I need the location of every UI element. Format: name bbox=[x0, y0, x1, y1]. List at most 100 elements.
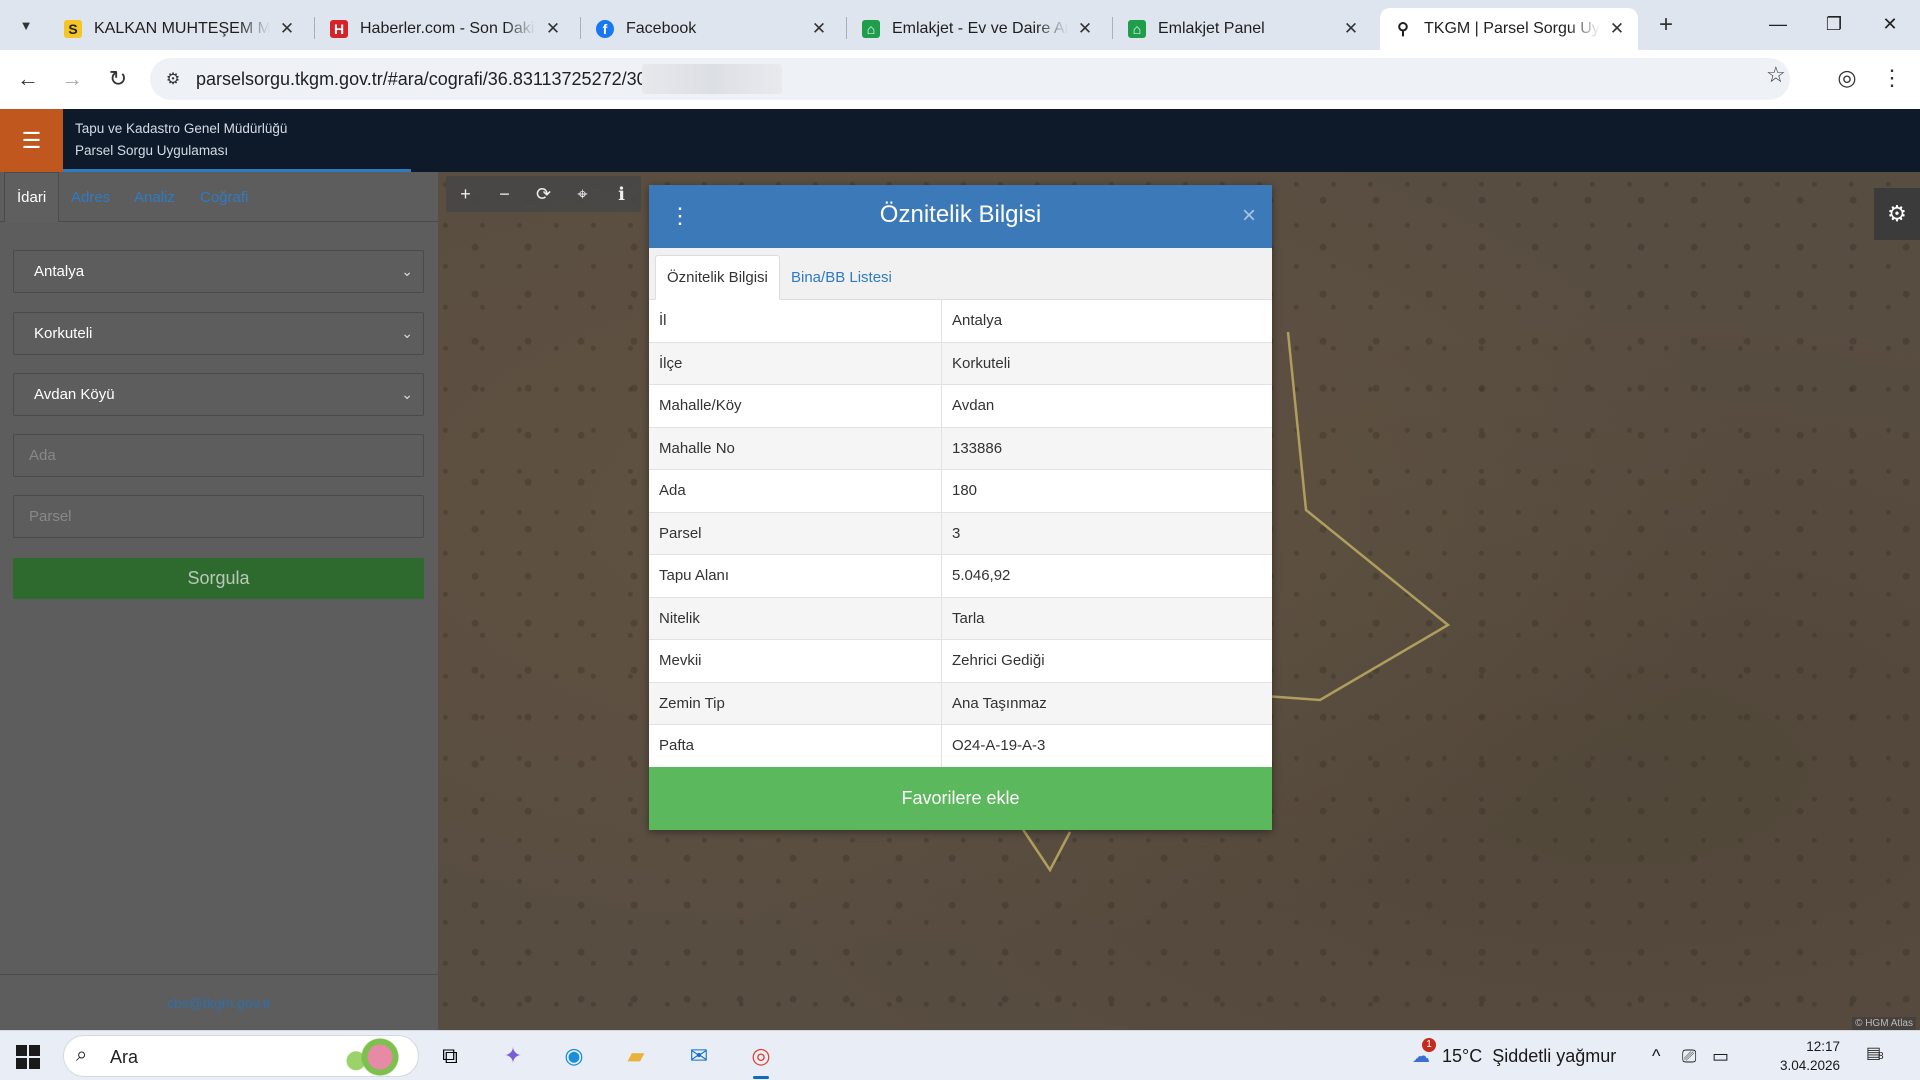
refresh-icon[interactable]: ⟳ bbox=[524, 176, 563, 212]
table-row: Pafta O24-A-19-A-3 bbox=[649, 725, 1272, 768]
table-row: Mahalle No 133886 bbox=[649, 427, 1272, 470]
tab-favicon: f bbox=[596, 20, 614, 38]
tab-bina-bb-listesi[interactable]: Bina/BB Listesi bbox=[780, 255, 903, 300]
tab-idari[interactable]: İdari bbox=[4, 172, 60, 222]
close-tab-icon[interactable]: ✕ bbox=[1076, 19, 1094, 38]
show-hidden-icons-chevron-icon[interactable]: ^ bbox=[1652, 1031, 1660, 1080]
battery-icon[interactable]: ▭ bbox=[1712, 1031, 1729, 1080]
dialog-header: ⋮ Öznitelik Bilgisi × bbox=[649, 185, 1272, 248]
browser-tab[interactable]: H Haberler.com - Son Dakika ✕ bbox=[316, 8, 574, 50]
attr-value: Tarla bbox=[952, 609, 985, 627]
parsel-input[interactable]: Parsel bbox=[13, 495, 424, 538]
attr-value: 3 bbox=[952, 524, 961, 542]
sorgula-button[interactable]: Sorgula bbox=[13, 558, 424, 599]
zoom-out-icon[interactable]: − bbox=[485, 176, 524, 212]
edge-browser-icon[interactable]: ◉ bbox=[554, 1036, 594, 1076]
clock-date: 3.04.2026 bbox=[1779, 1058, 1840, 1073]
mahalle-select[interactable]: Avdan Köyü ⌄ bbox=[13, 373, 424, 416]
ilce-select-value: Korkuteli bbox=[34, 325, 93, 342]
tab-title: Haberler.com - Son Dakika bbox=[360, 20, 536, 37]
attr-key: Pafta bbox=[649, 725, 942, 767]
table-row: İlçe Korkuteli bbox=[649, 342, 1272, 385]
chrome-icon[interactable]: ◎ bbox=[741, 1036, 781, 1079]
file-explorer-icon[interactable]: ▰ bbox=[616, 1036, 656, 1076]
browser-menu-icon[interactable]: ⋮ bbox=[1880, 63, 1904, 93]
browser-tab[interactable]: ⌂ Emlakjet - Ev ve Daire Arama ✕ bbox=[848, 8, 1106, 50]
close-tab-icon[interactable]: ✕ bbox=[278, 19, 296, 38]
il-select[interactable]: Antalya ⌄ bbox=[13, 250, 424, 293]
weather-badge: 1 bbox=[1422, 1037, 1436, 1052]
sidepanel-tabs: İdari Adres Analiz Coğrafi bbox=[0, 172, 438, 222]
tab-search-chevron-icon[interactable]: ▼ bbox=[12, 11, 40, 39]
bookmark-star-icon[interactable]: ☆ bbox=[1766, 62, 1786, 88]
url-text[interactable]: parselsorgu.tkgm.gov.tr/#ara/cografi/36.… bbox=[196, 69, 652, 90]
weather-text: 15°C Şiddetli yağmur bbox=[1442, 1045, 1617, 1066]
system-clock[interactable]: 12:17 3.04.2026 bbox=[1756, 1037, 1840, 1075]
location-pin-icon: ⚲ bbox=[1397, 21, 1409, 38]
close-tab-icon[interactable]: ✕ bbox=[1608, 19, 1626, 38]
windows-taskbar: ⌕ Ara ⧉ ✦ ◉ ▰ ✉ ◎ ☁ 1 15°C Şiddetli yağmu… bbox=[0, 1030, 1920, 1080]
address-bar[interactable]: ⚙ parselsorgu.tkgm.gov.tr/#ara/cografi/3… bbox=[150, 58, 1790, 100]
chevron-down-icon: ⌄ bbox=[401, 386, 413, 402]
attr-key: Ada bbox=[649, 470, 942, 512]
locate-icon[interactable]: ⌖ bbox=[563, 176, 602, 212]
table-row: Zemin Tip Ana Taşınmaz bbox=[649, 682, 1272, 725]
copilot-icon[interactable]: ✦ bbox=[493, 1036, 533, 1076]
profile-icon[interactable]: ◎ bbox=[1832, 63, 1862, 93]
attr-value: 133886 bbox=[952, 439, 1003, 457]
close-tab-icon[interactable]: ✕ bbox=[1342, 19, 1360, 38]
attr-value: Zehrici Gediği bbox=[952, 652, 1045, 670]
contact-email-link[interactable]: cbs@tkgm.gov.tr bbox=[0, 974, 438, 1030]
table-row: Parsel 3 bbox=[649, 512, 1272, 555]
windows-start-icon[interactable] bbox=[16, 1045, 40, 1069]
close-tab-icon[interactable]: ✕ bbox=[810, 19, 828, 38]
tab-title: Emlakjet Panel bbox=[1158, 20, 1265, 37]
info-icon[interactable]: ℹ bbox=[602, 176, 641, 212]
table-row: İl Antalya bbox=[649, 300, 1272, 343]
taskbar-search-box[interactable]: ⌕ Ara bbox=[63, 1035, 419, 1077]
hamburger-menu-icon[interactable]: ☰ bbox=[0, 109, 63, 172]
dialog-tabs: Öznitelik Bilgisi Bina/BB Listesi bbox=[649, 248, 1272, 300]
minimize-window-icon[interactable]: — bbox=[1748, 0, 1808, 48]
task-view-icon[interactable]: ⧉ bbox=[430, 1036, 470, 1076]
table-row: Nitelik Tarla bbox=[649, 597, 1272, 640]
weather-widget[interactable]: ☁ 1 15°C Şiddetli yağmur bbox=[1412, 1031, 1616, 1080]
map-settings-gear-icon[interactable]: ⚙ bbox=[1874, 188, 1920, 240]
notification-count: 8 bbox=[1878, 1051, 1884, 1062]
close-window-icon[interactable]: ✕ bbox=[1860, 0, 1920, 48]
forward-arrow-icon[interactable]: → bbox=[56, 63, 88, 95]
add-to-favorites-button[interactable]: Favorilere ekle bbox=[649, 767, 1272, 830]
attr-value: Antalya bbox=[952, 312, 1003, 330]
site-settings-icon[interactable]: ⚙ bbox=[162, 68, 184, 90]
zoom-in-icon[interactable]: + bbox=[446, 176, 485, 212]
attr-value: Ana Taşınmaz bbox=[952, 694, 1047, 712]
close-tab-icon[interactable]: ✕ bbox=[544, 19, 562, 38]
map-attribution: © HGM Atlas bbox=[1852, 1017, 1916, 1030]
ada-input[interactable]: Ada bbox=[13, 434, 424, 477]
tray-device-icon[interactable]: ⎚ bbox=[1682, 1031, 1696, 1080]
tab-title: KALKAN MUHTEŞEM MANZARA bbox=[94, 20, 270, 37]
tab-cografi[interactable]: Coğrafi bbox=[188, 172, 260, 222]
browser-tab-active[interactable]: ⚲ TKGM | Parsel Sorgu Uygulaması ✕ bbox=[1380, 8, 1638, 50]
ilce-select[interactable]: Korkuteli ⌄ bbox=[13, 312, 424, 355]
tab-analiz[interactable]: Analiz bbox=[122, 172, 187, 222]
outlook-icon[interactable]: ✉ bbox=[679, 1036, 719, 1076]
notifications-icon[interactable]: ▤ 8 bbox=[1866, 1043, 1894, 1067]
tab-adres[interactable]: Adres bbox=[59, 172, 122, 222]
restore-window-icon[interactable]: ❐ bbox=[1804, 0, 1864, 48]
app-brand: Tapu ve Kadastro Genel Müdürlüğü Parsel … bbox=[75, 118, 287, 162]
attr-key: Nitelik bbox=[649, 597, 942, 639]
tab-favicon: S bbox=[64, 20, 82, 38]
tab-oznitelik-bilgisi[interactable]: Öznitelik Bilgisi bbox=[655, 255, 780, 300]
new-tab-button[interactable]: + bbox=[1652, 11, 1680, 39]
browser-tab[interactable]: ⌂ Emlakjet Panel ✕ bbox=[1114, 8, 1372, 50]
back-arrow-icon[interactable]: ← bbox=[12, 63, 44, 95]
table-row: Mahalle/Köy Avdan bbox=[649, 385, 1272, 428]
close-icon[interactable]: × bbox=[1242, 202, 1256, 230]
app-header: ☰ Tapu ve Kadastro Genel Müdürlüğü Parse… bbox=[0, 109, 1920, 172]
attr-key: Mahalle/Köy bbox=[649, 385, 942, 427]
browser-tab[interactable]: f Facebook ✕ bbox=[582, 8, 840, 50]
reload-icon[interactable]: ↻ bbox=[102, 63, 134, 95]
tab-title: TKGM | Parsel Sorgu Uygulaması bbox=[1424, 20, 1600, 37]
browser-tab[interactable]: S KALKAN MUHTEŞEM MANZARA ✕ bbox=[50, 8, 308, 50]
